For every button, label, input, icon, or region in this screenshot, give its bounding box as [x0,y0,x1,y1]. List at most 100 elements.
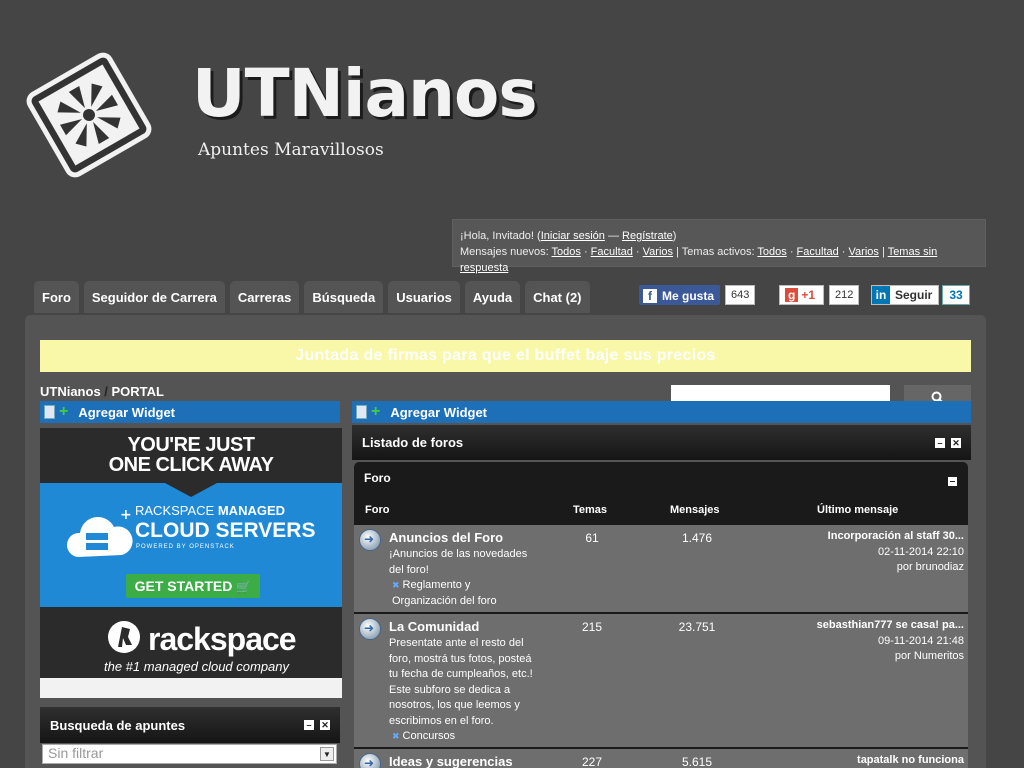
ad-headline: YOU'RE JUST ONE CLICK AWAY [40,428,342,483]
close-icon[interactable]: ✕ [951,437,961,448]
minimize-icon[interactable]: – [935,437,945,448]
ad-headline-1: YOU'RE JUST [127,434,255,456]
active-all-link[interactable]: Todos [757,246,786,258]
get-started-button[interactable]: GET STARTED 🛒 [126,574,260,598]
add-widget-right-label: Agregar Widget [390,404,488,420]
facebook-like-button[interactable]: f Me gusta [639,285,721,305]
google-plus-button[interactable]: g +1 [779,285,825,305]
last-post-date: 02-11-2014 22:10 [877,545,964,558]
last-post: Incorporación al staff 30... 02-11-2014 … [828,529,964,576]
busqueda-title: Busqueda de apuntes [50,717,186,733]
tab-usuarios[interactable]: Usuarios [388,281,460,313]
facebook-like: f Me gusta 643 [639,285,756,305]
forum-posts-count: 1.476 [681,531,713,545]
minimize-icon[interactable]: – [304,720,314,730]
active-facultad-link[interactable]: Facultad [797,246,839,258]
forum-read-icon [359,753,381,768]
linkedin-follow-count: 33 [942,285,970,305]
table-row: La Comunidad Presentate ante el resto de… [354,614,968,747]
tab-ayuda[interactable]: Ayuda [464,281,521,313]
separator-dot: · [580,246,591,258]
close-icon[interactable]: ✕ [320,720,330,730]
col-temas: Temas [573,504,608,516]
announcement-banner[interactable]: Juntada de firmas para que el buffet baj… [40,340,971,372]
ad-headline-2: ONE CLICK AWAY [108,454,274,476]
last-post-title[interactable]: sebasthian777 se casa! pa... [817,619,964,631]
user-welcome-box: ¡Hola, Invitado! (Iniciar sesión — Regís… [452,219,986,274]
rackspace-ad[interactable]: YOU'RE JUST ONE CLICK AWAY + RACKSPACE M… [40,428,342,698]
separator-dot: · [786,246,797,258]
active-varios-link[interactable]: Varios [849,246,879,258]
ad-cloud-servers-text: CLOUD SERVERS [135,519,316,542]
userbox-line-2: Mensajes nuevos: Todos · Facultad · Vari… [460,244,985,276]
new-varios-link[interactable]: Varios [643,246,673,258]
linkedin-icon: in [872,286,890,304]
forum-name[interactable]: La Comunidad [389,619,479,634]
tab-foro[interactable]: Foro [34,281,79,313]
col-mensajes: Mensajes [670,504,720,516]
plus-icon: + [59,403,69,420]
por-label: por [896,561,913,573]
forum-read-icon [359,618,381,640]
tab-busqueda[interactable]: Búsqueda [304,281,384,313]
new-facultad-link[interactable]: Facultad [591,246,633,258]
last-post-user[interactable]: Numeritos [914,650,964,662]
subforum-icon: ✖ [392,580,400,590]
forum-desc-text: Presentate ante el resto del foro, mostr… [389,637,533,727]
facebook-icon: f [643,289,657,303]
tab-chat[interactable]: Chat (2) [525,281,590,313]
site-title[interactable]: UTNianos [192,52,538,136]
dash-text: — [604,230,623,242]
panel-controls: – ✕ [304,720,330,730]
breadcrumb-current: PORTAL [111,384,164,399]
get-started-label: GET STARTED [134,578,233,594]
last-post-title[interactable]: tapatalk no funciona [857,754,964,766]
breadcrumb-separator: / [100,384,112,399]
breadcrumb-root[interactable]: UTNianos [40,384,101,399]
last-post: sebasthian777 se casa! pa... 09-11-2014 … [817,618,964,665]
linkedin-follow: in Seguir 33 [871,285,970,305]
google-plus-label: +1 [801,288,816,302]
forum-description: Presentate ante el resto del foro, mostr… [389,636,537,745]
userbox-line-1: ¡Hola, Invitado! (Iniciar sesión — Regís… [460,228,985,244]
forum-topics-count: 227 [582,755,603,768]
register-link[interactable]: Regístrate [622,230,673,242]
last-post: tapatalk no funciona [857,753,964,768]
ad-rackspace-word: RACKSPACE [135,503,215,518]
ad-managed-word: MANAGED [214,503,286,518]
ad-powered-by: POWERED BY OPENSTACK [136,544,235,550]
forum-name[interactable]: Ideas y sugerencias [389,754,513,768]
table-row: Anuncios del Foro ¡Anuncios de las noved… [354,525,968,612]
forum-name[interactable]: Anuncios del Foro [389,530,503,545]
subforum-link[interactable]: ✖ Reglamento y Organización del foro [389,578,537,609]
last-post-date: 09-11-2014 21:48 [877,634,964,647]
forum-posts-count: 5.615 [681,755,713,768]
collapse-icon[interactable] [948,477,957,486]
add-widget-left-label: Agregar Widget [78,404,176,420]
linkedin-follow-label: Seguir [895,288,933,302]
greeting-text: ¡Hola, Invitado! ( [460,230,541,242]
login-link[interactable]: Iniciar sesión [541,230,605,242]
last-post-title[interactable]: Incorporación al staff 30... [828,530,964,542]
forum-category-title[interactable]: Foro [364,471,391,485]
subforum-link[interactable]: ✖ Concursos [389,729,537,745]
site-subtitle: Apuntes Maravillosos [198,140,384,160]
add-widget-right-bar[interactable]: + Agregar Widget [352,401,971,423]
svg-text:+: + [120,507,132,523]
new-all-link[interactable]: Todos [552,246,581,258]
separator-dot: · [632,246,643,258]
linkedin-follow-button[interactable]: in Seguir [871,285,940,305]
site-logo[interactable] [24,50,154,180]
forum-desc-text: ¡Anuncios de las novedades del foro! [389,548,528,576]
tab-carreras[interactable]: Carreras [229,281,300,313]
col-foro: Foro [365,504,390,516]
tab-seguidor-de-carrera[interactable]: Seguidor de Carrera [83,281,225,313]
add-widget-left-bar[interactable]: + Agregar Widget [40,401,340,423]
forum-topics-count: 215 [582,620,603,634]
plus-icon: + [371,403,381,420]
forum-read-icon [359,529,381,551]
rackspace-logo-icon [108,621,140,653]
filter-select[interactable]: Sin filtrar ▼ [42,744,337,764]
subforum-name: Reglamento y Organización del foro [392,579,497,607]
last-post-user[interactable]: brunodiaz [916,561,964,573]
